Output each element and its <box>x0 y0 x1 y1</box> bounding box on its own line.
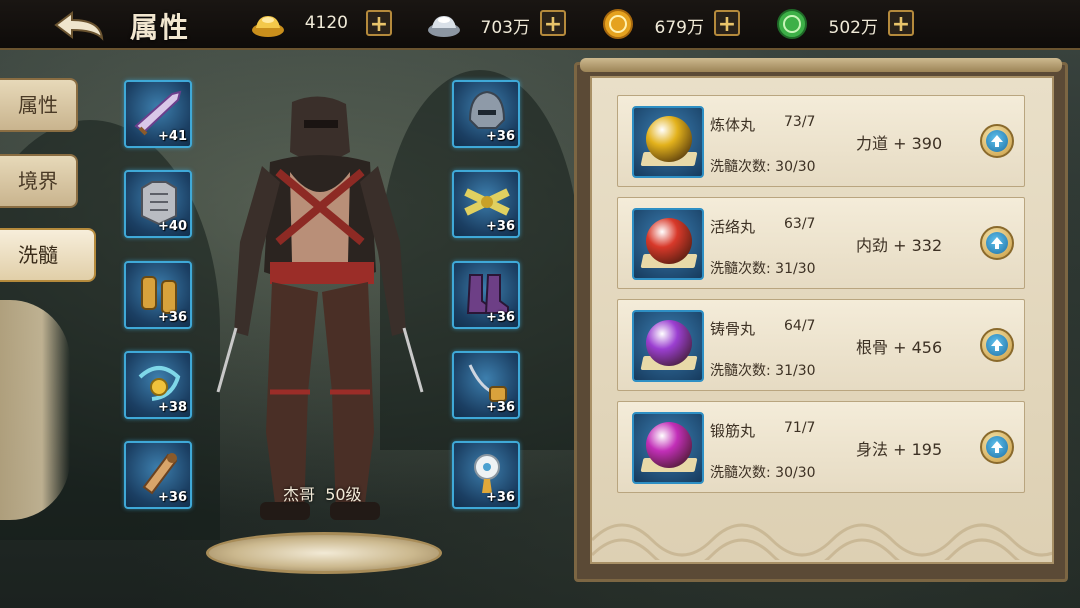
pill-name: 炼体丸 <box>710 116 756 134</box>
pill-count: 64/7 <box>784 318 816 334</box>
enhance-level: +36 <box>486 310 515 325</box>
refine-times: 洗髓次数: 30/30 <box>710 465 816 481</box>
silver-resource: 703万 + <box>426 8 571 40</box>
gold-resource: 4120 + <box>250 8 395 40</box>
refine-times: 洗髓次数: 30/30 <box>710 159 816 175</box>
attribute-bonus: 力道 + 390 <box>856 134 943 153</box>
pill-icon-box <box>632 412 704 484</box>
equip-slot-pendant[interactable]: +36 <box>452 351 520 419</box>
gold-ingot-icon <box>252 16 284 37</box>
gold-amount: 4120 <box>304 13 348 33</box>
back-arrow-icon <box>54 11 104 41</box>
character-model <box>216 96 424 520</box>
refine-row: 活络丸 63/7 洗髓次数: 31/30 内劲 + 332 <box>617 197 1025 289</box>
jade-amount: 502万 <box>828 18 878 38</box>
equip-slot-weapon[interactable]: +41 <box>124 80 192 148</box>
attribute-bonus: 内劲 + 332 <box>856 236 943 255</box>
pill-icon-box <box>632 310 704 382</box>
character-name-level: 杰哥 50级 <box>283 481 362 505</box>
panel-top-ornament <box>580 58 1062 72</box>
equip-slot-armor[interactable]: +40 <box>124 170 192 238</box>
equip-slot-helmet[interactable]: +36 <box>452 80 520 148</box>
screen-title: 属性 <box>130 11 191 44</box>
character-pedestal <box>206 532 442 574</box>
pill-count: 73/7 <box>784 114 816 130</box>
wave-pattern <box>592 523 1052 560</box>
enhance-level: +36 <box>486 219 515 234</box>
pill-orb-icon <box>646 116 692 162</box>
pill-name: 活络丸 <box>710 218 756 236</box>
pill-count: 71/7 <box>784 420 816 436</box>
refine-times: 洗髓次数: 31/30 <box>710 261 816 277</box>
up-arrow-icon <box>986 334 1008 356</box>
upgrade-button[interactable] <box>980 124 1014 158</box>
enhance-level: +38 <box>158 400 187 415</box>
add-jade-button[interactable]: + <box>888 10 914 37</box>
attribute-bonus: 根骨 + 456 <box>856 338 943 357</box>
silver-amount: 703万 <box>480 18 530 38</box>
enhance-level: +41 <box>158 129 187 144</box>
equip-slot-boots[interactable]: +36 <box>452 261 520 329</box>
character-level: 50级 <box>325 485 362 504</box>
add-copper-button[interactable]: + <box>714 10 740 37</box>
enhance-level: +36 <box>486 129 515 144</box>
enhance-level: +36 <box>158 310 187 325</box>
pill-orb-icon <box>646 218 692 264</box>
pill-orb-icon <box>646 422 692 468</box>
pill-icon-box <box>632 208 704 280</box>
tab-refine[interactable]: 洗髓 <box>0 228 96 282</box>
character-name: 杰哥 <box>283 485 316 504</box>
add-silver-button[interactable]: + <box>540 10 566 37</box>
equip-slot-amulet[interactable]: +38 <box>124 351 192 419</box>
upgrade-button[interactable] <box>980 328 1014 362</box>
silver-ingot-icon <box>428 16 460 37</box>
refine-row: 锻筋丸 71/7 洗髓次数: 30/30 身法 + 195 <box>617 401 1025 493</box>
enhance-level: +36 <box>158 490 187 505</box>
pill-name: 锻筋丸 <box>710 422 756 440</box>
pill-orb-icon <box>646 320 692 366</box>
copper-coin-icon <box>603 9 633 39</box>
equip-slot-belt[interactable]: +36 <box>452 170 520 238</box>
jade-resource: 502万 + <box>774 8 919 40</box>
tab-realm[interactable]: 境界 <box>0 154 78 208</box>
pill-name: 铸骨丸 <box>710 320 756 338</box>
upgrade-button[interactable] <box>980 430 1014 464</box>
enhance-level: +40 <box>158 219 187 234</box>
equip-slot-bracers[interactable]: +36 <box>124 261 192 329</box>
back-button[interactable] <box>50 8 112 42</box>
attribute-bonus: 身法 + 195 <box>856 440 943 459</box>
refine-times: 洗髓次数: 31/30 <box>710 363 816 379</box>
enhance-level: +36 <box>486 490 515 505</box>
refine-row: 铸骨丸 64/7 洗髓次数: 31/30 根骨 + 456 <box>617 299 1025 391</box>
pill-count: 63/7 <box>784 216 816 232</box>
upgrade-button[interactable] <box>980 226 1014 260</box>
copper-resource: 679万 + <box>600 8 745 40</box>
refine-row: 炼体丸 73/7 洗髓次数: 30/30 力道 + 390 <box>617 95 1025 187</box>
equip-slot-scroll[interactable]: +36 <box>124 441 192 509</box>
equip-slot-ornament[interactable]: +36 <box>452 441 520 509</box>
copper-amount: 679万 <box>654 18 704 38</box>
add-gold-button[interactable]: + <box>366 10 392 37</box>
enhance-level: +36 <box>486 400 515 415</box>
top-bar: 属性 4120 + 703万 + 679万 + 502万 + <box>0 0 1080 50</box>
jade-coin-icon <box>777 9 807 39</box>
up-arrow-icon <box>986 130 1008 152</box>
up-arrow-icon <box>986 232 1008 254</box>
tab-attributes[interactable]: 属性 <box>0 78 78 132</box>
up-arrow-icon <box>986 436 1008 458</box>
pill-icon-box <box>632 106 704 178</box>
scroll-decoration <box>0 300 70 520</box>
